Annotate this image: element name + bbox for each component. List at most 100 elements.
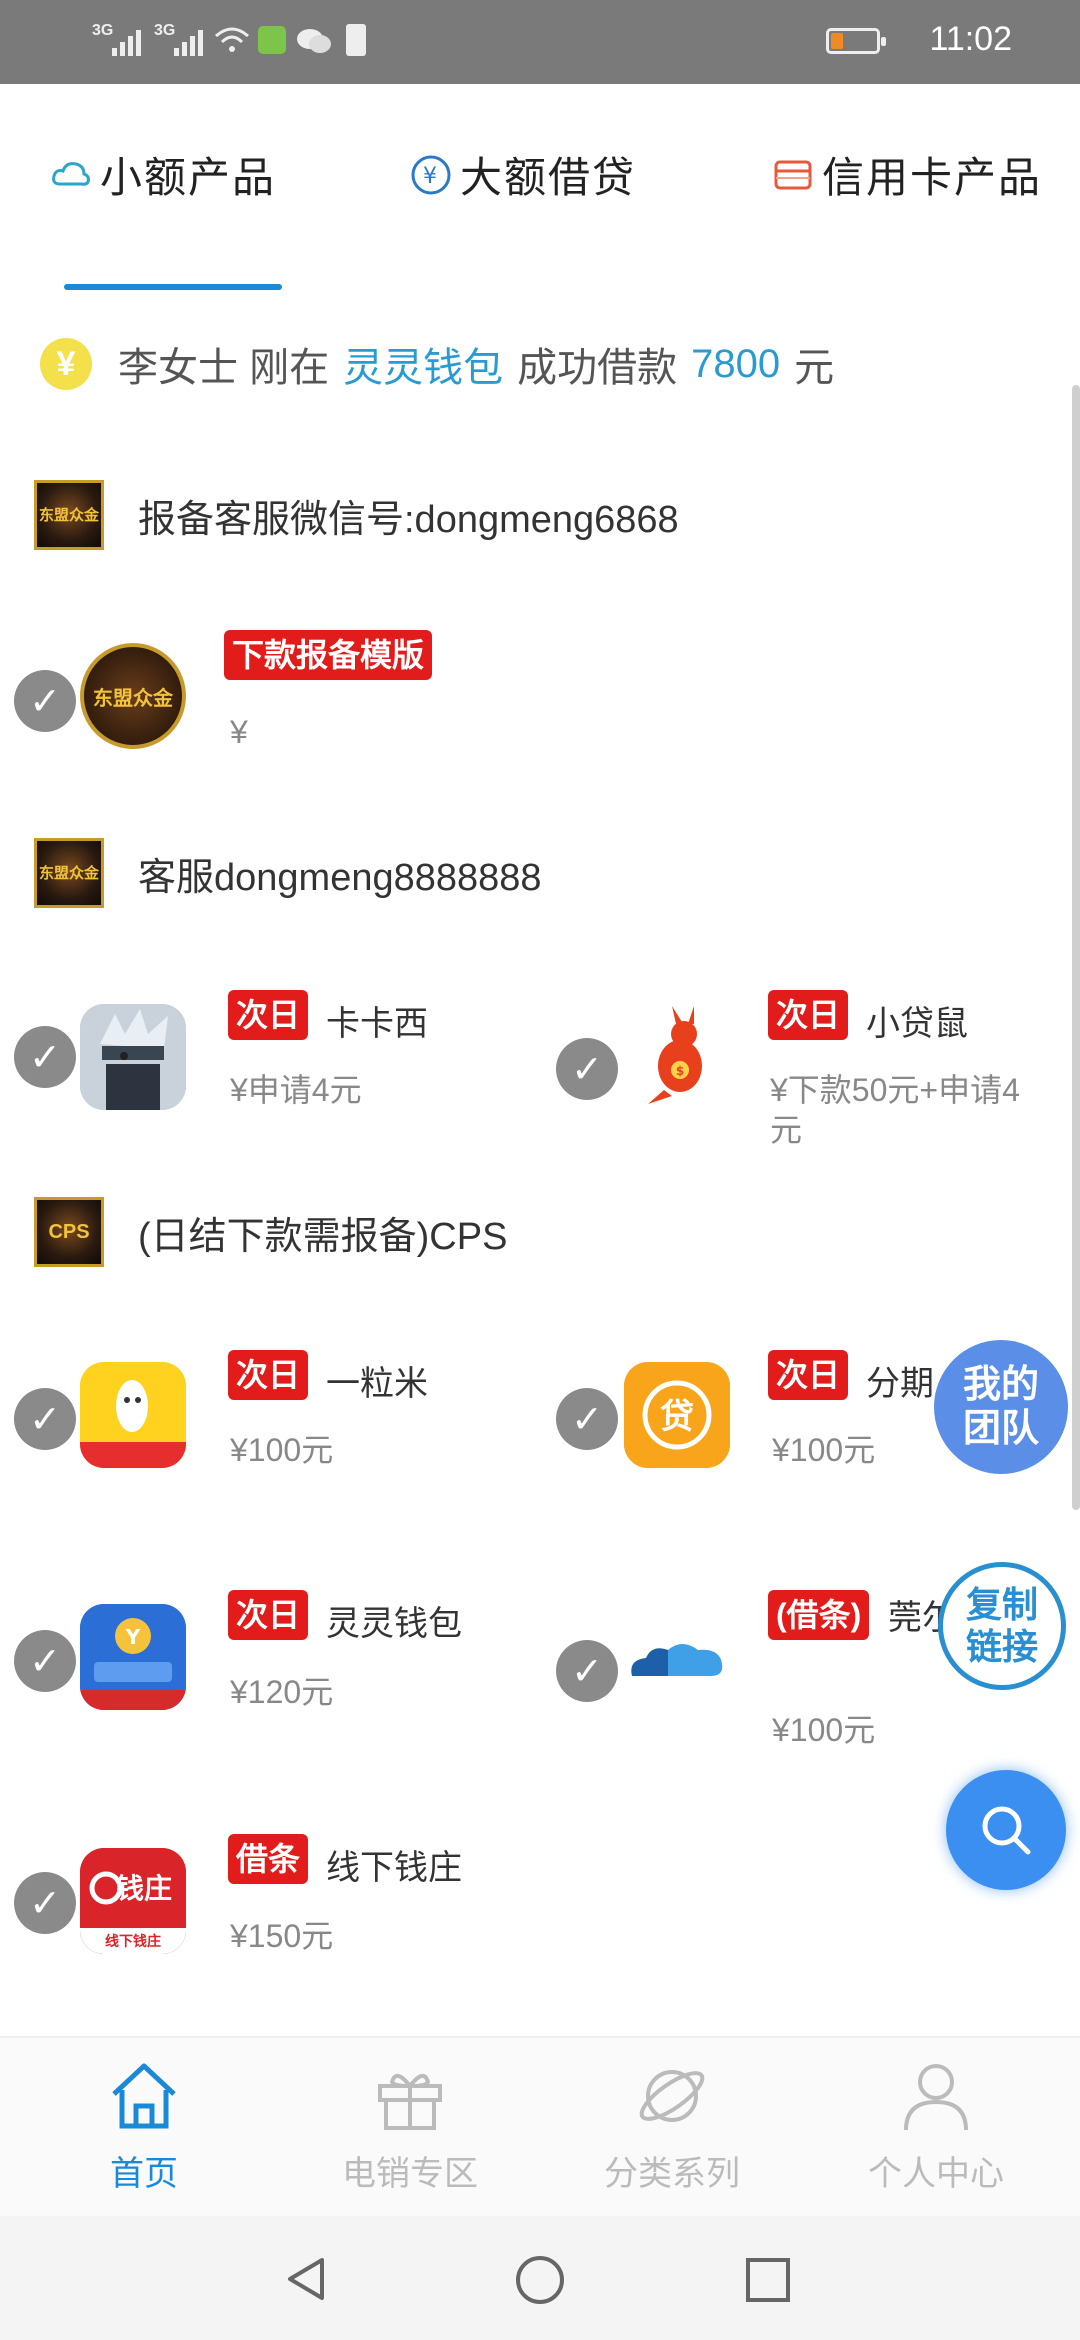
home-icon	[112, 2063, 176, 2129]
system-nav-bar	[0, 2216, 1080, 2340]
check-icon[interactable]: ✓	[14, 1026, 76, 1088]
notice-app: 灵灵钱包	[343, 346, 504, 390]
nav-label: 首页	[110, 2155, 178, 2193]
svg-text:线下钱庄: 线下钱庄	[105, 1933, 161, 1950]
product-name[interactable]: 一粒米	[326, 1356, 428, 1405]
check-icon[interactable]: ✓	[14, 670, 76, 732]
product-price: ¥100元	[772, 1432, 876, 1468]
check-icon[interactable]: ✓	[14, 1630, 76, 1692]
product-tag: 次日	[228, 1350, 309, 1400]
active-tab-indicator	[64, 284, 282, 290]
my-team-button[interactable]: 我的团队	[934, 1340, 1068, 1474]
nav-home[interactable]: 首页	[44, 2058, 244, 2195]
cloud-blue-icon[interactable]	[624, 1610, 730, 1716]
nav-categories[interactable]: 分类系列	[572, 2058, 772, 2195]
check-icon[interactable]: ✓	[556, 1038, 618, 1100]
loan-coin-icon[interactable]: 贷	[624, 1362, 730, 1468]
battery-icon	[826, 28, 886, 54]
svg-text:$: $	[676, 1064, 684, 1078]
dongmeng-logo-icon: 东盟众金	[34, 838, 104, 908]
back-icon[interactable]	[282, 2254, 332, 2304]
rice-grain-icon[interactable]	[80, 1362, 186, 1468]
dongmeng-logo-icon[interactable]: 东盟众金	[80, 643, 186, 749]
cps-logo-icon: CPS	[34, 1197, 104, 1267]
product-price: ¥申请4元	[230, 1072, 362, 1108]
svg-text:钱庄: 钱庄	[116, 1872, 172, 1905]
check-icon[interactable]: ✓	[556, 1640, 618, 1702]
check-icon[interactable]: ✓	[14, 1872, 76, 1934]
notice-amount: 7800	[691, 341, 781, 386]
section-header: 东盟众金 报备客服微信号:dongmeng6868	[34, 480, 679, 550]
coin-icon: ¥	[40, 338, 92, 390]
notice-prefix: 李女士 刚在	[118, 346, 330, 390]
kakashi-avatar-icon[interactable]	[80, 1004, 186, 1110]
product-tag: 下款报备模版	[224, 630, 433, 680]
notice-middle: 成功借款	[517, 346, 678, 390]
wifi-icon	[215, 27, 249, 52]
svg-text:¥: ¥	[423, 164, 439, 189]
signal-2-label: 3G	[154, 22, 176, 39]
tab-credit-cards[interactable]: 信用卡产品	[772, 144, 1042, 205]
signal-1-label: 3G	[92, 22, 114, 39]
app-notification-icon	[258, 26, 286, 54]
dongmeng-logo-icon: 东盟众金	[34, 480, 104, 550]
cloud-icon	[52, 161, 90, 186]
search-icon	[982, 1806, 1031, 1855]
category-tabs: 小额产品 ¥ 大额借贷 信用卡产品	[0, 84, 1080, 294]
product-price: ¥	[230, 714, 248, 750]
kangaroo-icon[interactable]: $	[624, 1004, 730, 1110]
product-name[interactable]: 卡卡西	[326, 996, 428, 1045]
lingling-wallet-icon[interactable]: Y	[80, 1604, 186, 1710]
product-tag: 次日	[768, 990, 849, 1040]
storage-alert-icon	[346, 24, 366, 56]
nav-label: 个人中心	[868, 2155, 1004, 2193]
product-price: ¥100元	[772, 1712, 876, 1748]
nav-label: 分类系列	[604, 2155, 740, 2193]
search-button[interactable]	[946, 1770, 1066, 1890]
nav-profile[interactable]: 个人中心	[836, 2058, 1036, 2195]
section-header: CPS (日结下款需报备)CPS	[34, 1197, 507, 1267]
clock: 11:02	[929, 20, 1012, 58]
tab-large-loans[interactable]: ¥ 大额借贷	[410, 144, 636, 205]
product-name[interactable]: 线下钱庄	[326, 1840, 462, 1889]
copy-link-button[interactable]: 复制链接	[938, 1562, 1066, 1690]
svg-text:Y: Y	[125, 1625, 141, 1649]
status-bar: 3G 3G 11:02	[0, 0, 1080, 84]
product-tag: 借条	[228, 1834, 309, 1884]
section-title: 报备客服微信号:dongmeng6868	[138, 498, 679, 541]
qianzhuang-icon[interactable]: 钱庄 线下钱庄	[80, 1848, 186, 1954]
scrollbar[interactable]	[1072, 385, 1080, 1510]
product-name[interactable]: 分期	[866, 1356, 934, 1405]
tab-label: 大额借贷	[460, 154, 637, 201]
section-title: (日结下款需报备)CPS	[138, 1215, 508, 1258]
tab-label: 小额产品	[100, 154, 277, 201]
nav-label: 电销专区	[342, 2155, 478, 2193]
product-tag: 次日	[228, 1590, 309, 1640]
product-price: ¥100元	[230, 1432, 334, 1468]
nav-telesales[interactable]: 电销专区	[310, 2058, 510, 2195]
home-circle-icon[interactable]	[514, 2254, 566, 2306]
tab-small-products[interactable]: 小额产品	[50, 144, 276, 205]
bottom-nav: 首页 电销专区 分类系列 个人中心	[0, 2036, 1080, 2216]
tab-label: 信用卡产品	[822, 154, 1043, 201]
my-team-label: 我的团队	[962, 1364, 1039, 1450]
recent-apps-icon[interactable]	[744, 2256, 792, 2304]
signal-2-icon	[174, 24, 203, 56]
product-price: ¥150元	[230, 1918, 334, 1954]
svg-text:贷: 贷	[660, 1397, 694, 1437]
gift-icon	[378, 2074, 442, 2130]
yen-coin-icon: ¥	[411, 155, 451, 194]
check-icon[interactable]: ✓	[556, 1388, 618, 1450]
product-tag: 次日	[768, 1350, 849, 1400]
product-price: ¥120元	[230, 1674, 334, 1710]
section-title: 客服dongmeng8888888	[138, 856, 542, 899]
product-name[interactable]: 小贷鼠	[866, 996, 968, 1045]
product-tag: 次日	[228, 990, 309, 1040]
copy-link-label: 复制链接	[965, 1584, 1038, 1667]
credit-card-icon	[774, 160, 812, 189]
person-icon	[904, 2064, 968, 2131]
check-icon[interactable]: ✓	[14, 1388, 76, 1450]
product-price: ¥下款50元+申请4元	[770, 1072, 1020, 1148]
product-name[interactable]: 灵灵钱包	[326, 1596, 462, 1645]
wechat-icon	[297, 29, 331, 53]
